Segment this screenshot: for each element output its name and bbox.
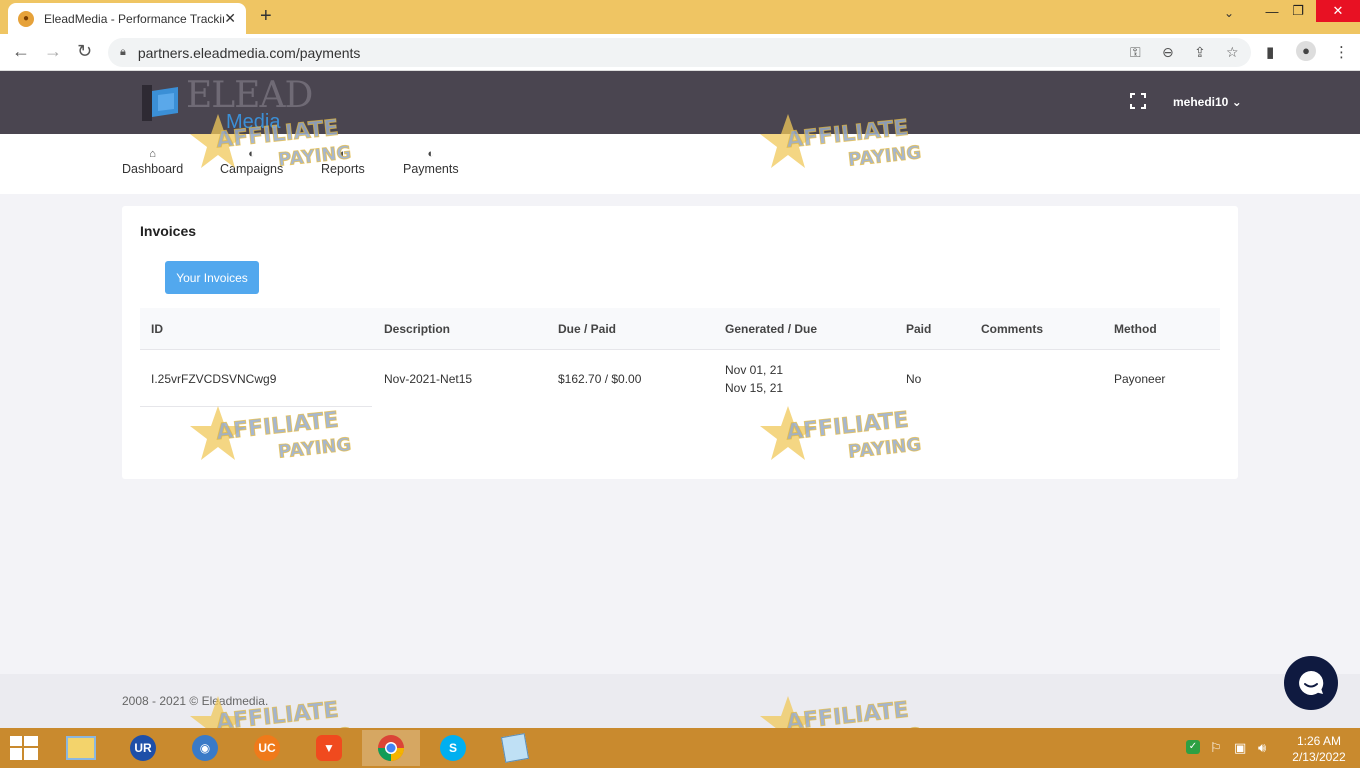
column-header-comments[interactable]: Comments [981,322,1043,336]
cell-paid: No [906,372,922,386]
clock-time: 1:26 AM [1296,734,1342,748]
cell-method: Payoneer [1114,372,1166,386]
nav-label: Campaigns [220,162,284,176]
nav-label: Dashboard [122,162,184,176]
taskbar-brave[interactable]: ▼ [300,730,358,766]
clock-date: 2/13/2022 [1292,750,1346,764]
column-header-generated-due[interactable]: Generated / Due [725,322,817,336]
address-bar[interactable]: 🔒︎ partners.eleadmedia.com/payments ⚿ ⊖ … [108,38,1251,67]
taskbar-skype[interactable]: S [424,730,482,766]
cell-id[interactable]: I.25vrFZVCDSVNCwg9 [151,372,276,386]
nav-label: Reports [321,162,365,176]
home-icon: ⌂ [149,148,156,160]
window-close-icon[interactable]: ✕ [1316,0,1360,22]
lock-icon[interactable]: 🔒︎ [120,46,126,59]
nav-label: Payments [403,162,459,176]
taskbar-chrome[interactable] [362,730,420,766]
url-text: partners.eleadmedia.com/payments [137,44,361,61]
cell-description: Nov-2021-Net15 [384,372,473,386]
skype-icon: S [440,735,466,761]
back-arrow-icon[interactable]: ← [12,41,30,62]
eleadmedia-logo[interactable]: ELEAD Media [138,73,313,133]
fullscreen-icon[interactable] [1130,93,1146,109]
key-icon[interactable]: ⚿ [1130,44,1141,61]
restore-icon[interactable]: ❐ [1280,0,1316,22]
taskbar-ur-browser[interactable]: UR [114,730,172,766]
chat-bubble-icon [1299,670,1324,695]
site-favicon-icon: ● [18,10,34,27]
site-footer: 2008 - 2021 © Eleadmedia. [0,674,1360,728]
brave-icon: ▼ [316,735,342,761]
table-row[interactable]: I.25vrFZVCDSVNCwg9 Nov-2021-Net15 $162.7… [140,350,1220,408]
notepad-icon [500,733,530,763]
folder-icon [66,736,96,760]
column-header-due-paid[interactable]: Due / Paid [558,322,616,336]
kebab-menu-icon[interactable]: ⋮ [1334,43,1349,61]
tab-title: EleadMedia - Performance Tracking [44,11,224,26]
table-header: ID Description Due / Paid Generated / Du… [140,308,1220,350]
forward-arrow-icon[interactable]: → [44,41,62,62]
flag-icon[interactable]: ⚐ [1210,740,1222,756]
nav-item-payments[interactable]: ◐ Payments [403,148,459,176]
cell-generated-date: Nov 01, 21 [725,363,784,377]
chevron-down-icon: ⌄ [1231,95,1242,109]
ur-browser-icon: UR [130,735,156,761]
browser-toolbar: ← → ↻ 🔒︎ partners.eleadmedia.com/payment… [0,34,1360,71]
chat-widget-button[interactable] [1284,656,1338,710]
reload-icon[interactable]: ↻ [77,41,92,62]
tab-close-icon[interactable]: ✕ [224,10,236,27]
site-header: ELEAD Media mehedi10 ⌄ [0,71,1360,134]
side-panel-icon[interactable]: ▮ [1266,43,1274,61]
nav-item-dashboard[interactable]: ⌂ Dashboard [122,148,183,176]
tab-search-chevron-icon[interactable]: ⌄ [1224,6,1234,20]
profile-avatar-icon[interactable]: ● [1296,41,1316,61]
chrome-icon [377,735,405,762]
taskbar-clock[interactable]: 1:26 AM 2/13/2022 [1284,733,1354,765]
browser-tab[interactable]: ● EleadMedia - Performance Tracking ✕ [8,3,246,34]
network-icon[interactable]: ▣ [1234,740,1246,756]
bookmark-star-icon[interactable]: ☆ [1226,44,1239,61]
zoom-icon[interactable]: ⊖ [1162,44,1174,61]
coin-icon: ◐ [427,148,435,160]
coin-icon: ◐ [339,148,347,160]
main-navigation: ⌂ Dashboard ◐ Campaigns ◐ Reports ◐ Paym… [0,134,1360,194]
security-check-icon[interactable]: ✓ [1186,740,1200,754]
uc-browser-icon: UC [254,735,280,761]
taskbar-file-explorer[interactable] [52,730,110,766]
column-header-id[interactable]: ID [151,322,163,336]
your-invoices-button[interactable]: Your Invoices [165,261,259,294]
username: mehedi10 [1173,95,1229,109]
windows-start-icon[interactable] [10,736,38,760]
taskbar-app[interactable]: ◉ [176,730,234,766]
column-header-description[interactable]: Description [384,322,450,336]
column-header-paid[interactable]: Paid [906,322,931,336]
footer-copyright: 2008 - 2021 © Eleadmedia. [122,694,269,708]
user-menu[interactable]: mehedi10 ⌄ [1173,95,1242,109]
new-tab-icon[interactable]: + [260,5,272,28]
column-header-method[interactable]: Method [1114,322,1157,336]
logo-mark-icon [142,85,178,121]
taskbar-uc-browser[interactable]: UC [238,730,296,766]
windows-taskbar: UR ◉ UC ▼ S ✓ ⚐ ▣ 🔊︎ 1:26 AM 2/13/2022 [0,728,1360,768]
cell-due-date: Nov 15, 21 [725,381,784,395]
invoices-card: Invoices Your Invoices ID Description Du… [122,206,1238,479]
cell-due-paid: $162.70 / $0.00 [558,372,642,386]
taskbar-notes[interactable] [486,730,544,766]
volume-icon[interactable]: 🔊︎ [1258,740,1266,756]
logo-text-top: ELEAD [186,75,313,116]
row-divider [140,406,372,407]
browser-tab-bar: ● EleadMedia - Performance Tracking ✕ + … [0,0,1360,34]
globe-icon: ◉ [192,735,218,761]
logo-text-bottom: Media [226,111,281,133]
card-title: Invoices [140,223,197,239]
nav-item-campaigns[interactable]: ◐ Campaigns [220,148,283,176]
nav-item-reports[interactable]: ◐ Reports [321,148,365,176]
coin-icon: ◐ [248,148,255,160]
share-icon[interactable]: ⇪ [1194,44,1206,61]
